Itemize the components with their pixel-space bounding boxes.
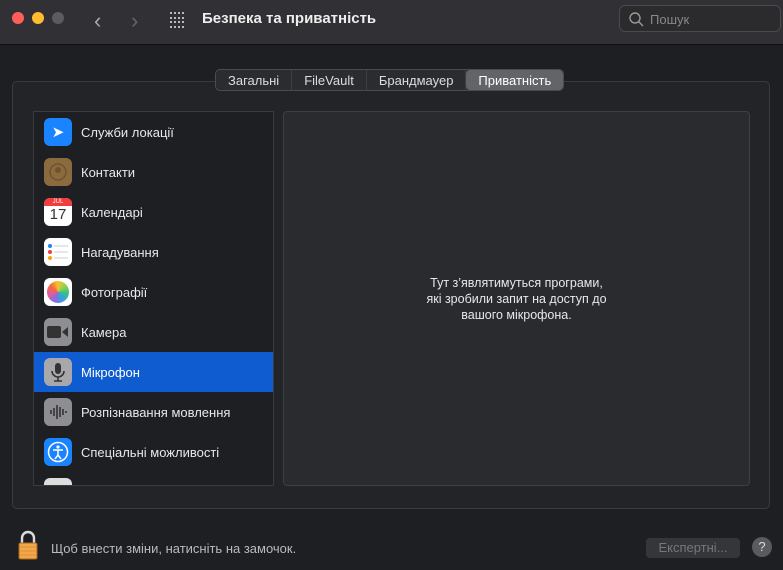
help-button[interactable]: ? [752, 537, 772, 557]
minimize-button[interactable] [32, 12, 44, 24]
camera-icon [44, 318, 72, 346]
search-icon [629, 12, 644, 27]
list-item-reminders[interactable]: Нагадування [34, 232, 273, 272]
photos-icon [44, 278, 72, 306]
message-line: які зробили запит на доступ до [426, 291, 607, 306]
zoom-button[interactable] [52, 12, 64, 24]
lock-icon[interactable] [17, 530, 39, 560]
list-item-partial[interactable] [34, 472, 273, 485]
list-item-label: Фотографії [81, 284, 148, 300]
app-icon [44, 478, 72, 485]
list-item-label: Камера [81, 324, 127, 340]
list-item-location[interactable]: ➤ Служби локації [34, 112, 273, 152]
list-item-label: Мікрофон [81, 364, 140, 380]
list-item-camera[interactable]: Камера [34, 312, 273, 352]
list-item-label: Контакти [81, 164, 136, 180]
microphone-icon [44, 358, 72, 386]
accessibility-icon [44, 438, 72, 466]
tab-firewall[interactable]: Брандмауер [367, 70, 467, 90]
list-item-speech-recognition[interactable]: Розпізнавання мовлення [34, 392, 273, 432]
calendar-month: JUL [44, 198, 72, 206]
list-item-contacts[interactable]: Контакти [34, 152, 273, 192]
message-line: Тут з’являтимуться програми, [430, 275, 603, 290]
list-item-label: Календарі [81, 204, 143, 220]
list-item-label: Нагадування [81, 244, 159, 260]
tab-general[interactable]: Загальні [216, 70, 293, 90]
list-item-accessibility[interactable]: Спеціальні можливості [34, 432, 273, 472]
apps-detail-panel: Тут з’являтимуться програми, які зробили… [283, 111, 750, 486]
back-icon[interactable]: ‹ [94, 8, 101, 34]
list-item-photos[interactable]: Фотографії [34, 272, 273, 312]
reminders-icon [44, 238, 72, 266]
message-line: вашого мікрофона. [461, 307, 572, 322]
title-bar: ‹ › Безпека та приватність Пошук [0, 0, 783, 45]
show-all-grid-icon[interactable] [170, 12, 186, 28]
list-item-calendars[interactable]: JUL 17 Календарі [34, 192, 273, 232]
privacy-category-list: ➤ Служби локації Контакти JUL 17 Календарі … [33, 111, 274, 486]
tab-bar: Загальні FileVault Брандмауер Приватніст… [215, 69, 565, 91]
forward-icon[interactable]: › [131, 8, 138, 34]
contacts-icon [44, 158, 72, 186]
speech-waveform-icon [44, 398, 72, 426]
list-item-label: Служби локації [81, 124, 174, 140]
list-item-label: Спеціальні можливості [81, 444, 220, 460]
empty-state-message: Тут з’являтимуться програми, які зробили… [426, 275, 606, 323]
lock-hint-text: Щоб внести зміни, натисніть на замочок. [51, 541, 297, 556]
list-item-label: Розпізнавання мовлення [81, 404, 231, 420]
search-input[interactable]: Пошук [619, 5, 781, 32]
close-button[interactable] [12, 12, 24, 24]
location-arrow-icon: ➤ [44, 118, 72, 146]
advanced-button[interactable]: Експертні... [646, 538, 740, 558]
calendar-day: 17 [49, 206, 67, 223]
search-placeholder: Пошук [650, 12, 690, 27]
list-item-microphone[interactable]: Мікрофон [34, 352, 273, 392]
tab-privacy[interactable]: Приватність [466, 70, 564, 90]
tab-filevault[interactable]: FileVault [292, 70, 367, 90]
calendar-icon: JUL 17 [44, 198, 72, 226]
window-title: Безпека та приватність [202, 10, 377, 27]
